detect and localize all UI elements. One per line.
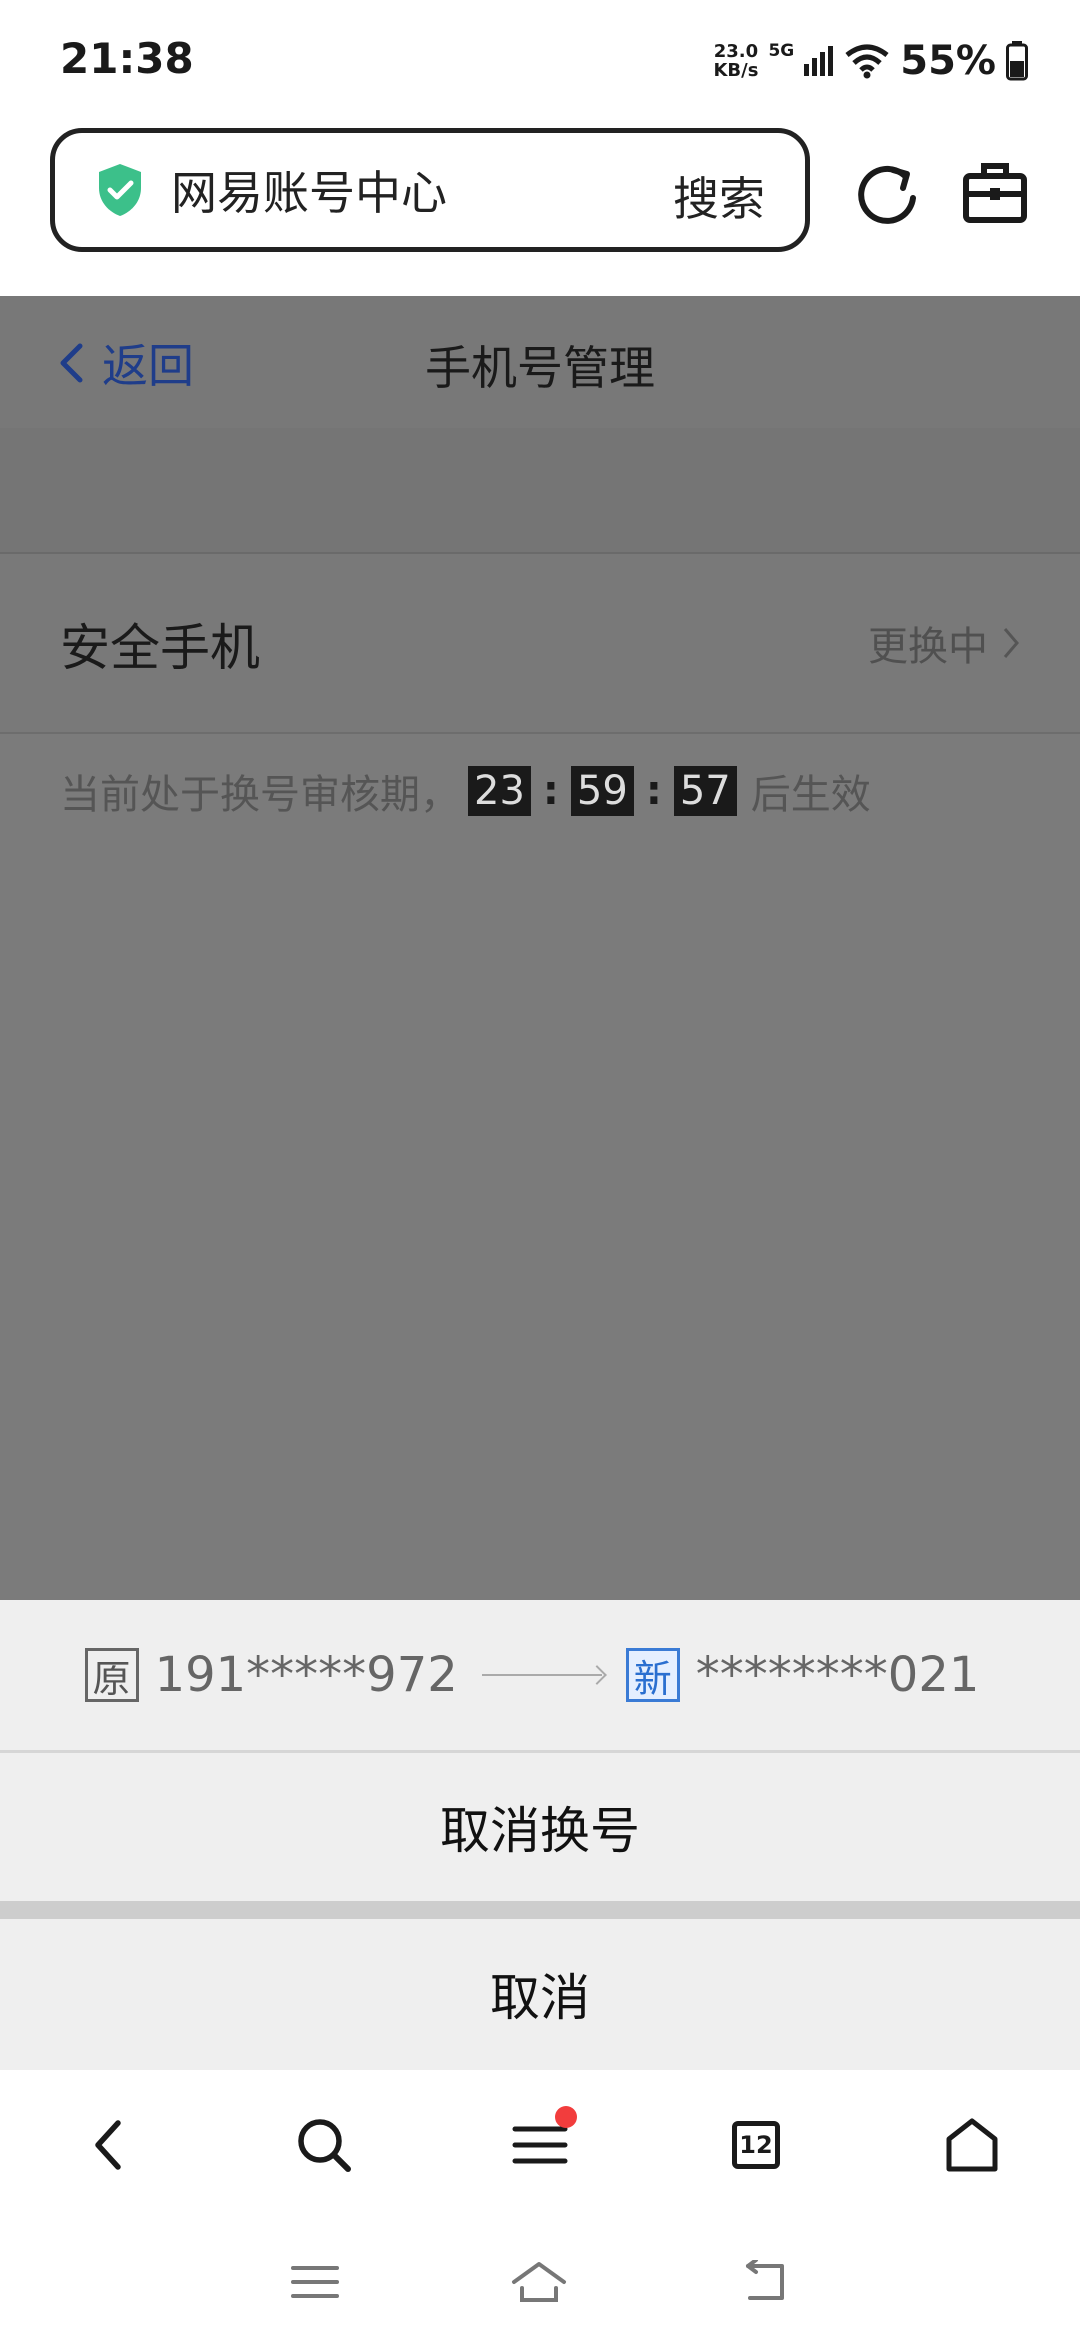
countdown-hours: 23 <box>468 766 531 816</box>
new-number: ********021 <box>695 1647 980 1703</box>
battery-percent: 55% <box>900 38 996 84</box>
header-title: 手机号管理 <box>425 341 655 395</box>
countdown-seconds: 57 <box>673 766 737 816</box>
toolbox-button[interactable] <box>960 158 1030 228</box>
security-phone-row[interactable]: 安全手机 更换中 <box>0 554 1080 734</box>
home-icon <box>946 2118 998 2172</box>
search-icon <box>298 2119 351 2172</box>
search-button[interactable]: 搜索 <box>673 163 765 229</box>
arrow-right-icon <box>481 1674 602 1676</box>
status-icons: 23.0 KB/s 5G 55% <box>713 36 1028 86</box>
refresh-icon <box>858 165 916 224</box>
toolbox-icon <box>963 163 1027 223</box>
spacer-strip <box>0 428 1080 555</box>
address-bar[interactable]: 网易账号中心 搜索 <box>50 128 810 252</box>
system-nav-bar <box>0 2220 1080 2344</box>
browser-bottom-nav: 12 <box>0 2070 1080 2220</box>
page-content: 返回 手机号管理 安全手机 更换中 当前处于换号审核期， 23 : 59 : 5… <box>0 296 1080 1600</box>
page-header: 返回 手机号管理 <box>0 296 1080 428</box>
recent-apps-icon[interactable] <box>290 2262 340 2302</box>
shield-check-icon <box>99 164 141 216</box>
notification-dot <box>555 2106 577 2128</box>
security-phone-status: 更换中 <box>868 614 1020 672</box>
signal-icon <box>804 46 834 76</box>
chevron-right-icon <box>1003 628 1019 658</box>
cancel-button[interactable]: 取消 <box>0 1919 1080 2069</box>
nav-tabs-button[interactable]: 12 <box>711 2100 801 2190</box>
reload-button[interactable] <box>853 158 923 228</box>
nav-home-button[interactable] <box>927 2100 1017 2190</box>
page-title: 网易账号中心 <box>171 166 447 220</box>
battery-icon <box>1006 41 1028 81</box>
sheet-separator <box>0 1901 1080 1919</box>
old-number-tag: 原 <box>84 1648 139 1702</box>
chevron-left-icon <box>95 2120 121 2170</box>
nav-back-button[interactable] <box>63 2100 153 2190</box>
nav-menu-button[interactable] <box>495 2100 585 2190</box>
old-number: 191*****972 <box>154 1647 458 1703</box>
status-time: 21:38 <box>60 34 194 83</box>
system-home-icon[interactable] <box>510 2260 568 2304</box>
network-type: 5G <box>768 41 795 61</box>
nav-search-button[interactable] <box>279 2100 369 2190</box>
new-number-tag: 新 <box>625 1648 680 1702</box>
net-speed: 23.0 KB/s <box>713 41 759 81</box>
wifi-icon <box>845 44 889 79</box>
menu-icon <box>512 2126 568 2164</box>
number-change-info: 原 191*****972 新 ********021 <box>0 1600 1080 1753</box>
cancel-change-button[interactable]: 取消换号 <box>0 1753 1080 1901</box>
status-bar: 21:38 23.0 KB/s 5G 55% <box>0 0 1080 120</box>
countdown-minutes: 59 <box>570 766 634 816</box>
action-sheet: 原 191*****972 新 ********021 取消换号 取消 <box>0 1600 1080 2070</box>
review-notice: 当前处于换号审核期， 23 : 59 : 57 后生效 <box>60 766 871 818</box>
security-phone-label: 安全手机 <box>60 619 260 677</box>
tabs-icon: 12 <box>732 2121 780 2169</box>
system-back-icon[interactable] <box>738 2260 790 2304</box>
tab-count: 12 <box>739 2131 773 2159</box>
